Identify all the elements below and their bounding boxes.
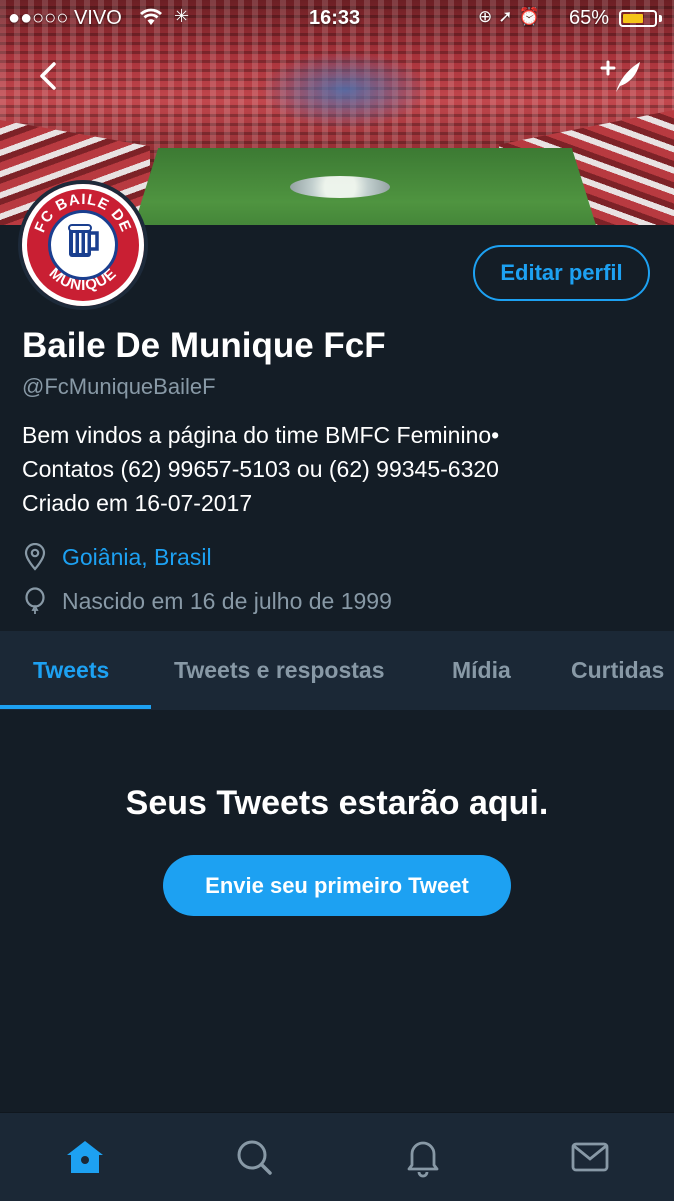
battery-tip bbox=[659, 15, 662, 22]
battery-icon bbox=[619, 10, 657, 27]
profile-avatar[interactable]: FC BAILE DE MUNIQUE bbox=[18, 180, 148, 310]
nav-notifications[interactable] bbox=[401, 1135, 445, 1179]
nav-search[interactable] bbox=[232, 1135, 276, 1179]
chevron-left-icon bbox=[40, 62, 56, 90]
profile-tabs: Tweets Tweets e respostas Mídia Curtidas bbox=[0, 631, 674, 710]
carrier-label: ●●○○○ VIVO bbox=[8, 7, 122, 29]
location-row: Goiânia, Brasil bbox=[22, 542, 662, 572]
alarm-icon: ⏰ bbox=[518, 7, 546, 26]
messages-icon bbox=[571, 1142, 609, 1172]
avatar-core bbox=[48, 210, 118, 280]
bottom-navigation bbox=[0, 1112, 674, 1201]
nav-messages[interactable] bbox=[568, 1135, 612, 1179]
empty-state-title: Seus Tweets estarão aqui. bbox=[125, 784, 549, 822]
orientation-lock-icon: ⊕ bbox=[478, 7, 499, 26]
compose-tweet-icon bbox=[600, 60, 640, 92]
location-arrow-icon: ➚ bbox=[498, 7, 519, 26]
notifications-icon bbox=[407, 1141, 439, 1178]
status-bar: ●●○○○ VIVO ✳ 16:33 ⊕➚⏰ 65% bbox=[0, 0, 674, 38]
send-first-tweet-button[interactable]: Envie seu primeiro Tweet bbox=[163, 855, 511, 916]
tab-tweets[interactable]: Tweets bbox=[33, 631, 109, 710]
home-icon bbox=[67, 1141, 103, 1173]
activity-spinner-icon: ✳ bbox=[174, 6, 190, 26]
balloon-icon bbox=[25, 587, 45, 614]
nav-home[interactable] bbox=[63, 1135, 107, 1179]
location-link[interactable]: Goiânia, Brasil bbox=[62, 542, 212, 572]
bio-line: Criado em 16-07-2017 bbox=[22, 490, 253, 516]
status-time: 16:33 bbox=[309, 7, 361, 29]
tab-likes[interactable]: Curtidas bbox=[571, 631, 664, 710]
wifi-icon bbox=[140, 8, 162, 31]
compose-tweet-button[interactable] bbox=[600, 54, 646, 98]
avatar-badge: FC BAILE DE MUNIQUE bbox=[22, 184, 144, 306]
banner-pitch-logo bbox=[290, 176, 390, 198]
status-icons: ⊕➚⏰ bbox=[478, 7, 546, 27]
battery-percentage: 65% bbox=[569, 7, 610, 29]
active-tab-indicator bbox=[0, 705, 151, 709]
bio-line: Bem vindos a página do time BMFC Feminin… bbox=[22, 422, 500, 448]
birth-date: Nascido em 16 de julho de 1999 bbox=[62, 588, 392, 614]
user-handle: @FcMuniqueBaileF bbox=[22, 374, 216, 399]
profile-bio: Bem vindos a página do time BMFC Feminin… bbox=[22, 418, 662, 520]
search-icon bbox=[237, 1140, 272, 1175]
back-button[interactable] bbox=[32, 54, 68, 98]
tab-media[interactable]: Mídia bbox=[452, 631, 511, 710]
location-pin-icon bbox=[24, 543, 46, 571]
bio-line: Contatos (62) 99657-5103 ou (62) 99345-6… bbox=[22, 456, 499, 482]
profile-info: Baile De Munique FcF @FcMuniqueBaileF Be… bbox=[22, 324, 662, 616]
birth-row: Nascido em 16 de julho de 1999 bbox=[22, 586, 662, 616]
beer-mug-icon bbox=[68, 224, 99, 257]
tab-tweets-and-replies[interactable]: Tweets e respostas bbox=[174, 631, 385, 710]
edit-profile-button[interactable]: Editar perfil bbox=[473, 245, 650, 301]
display-name: Baile De Munique FcF bbox=[22, 326, 386, 365]
battery-fill bbox=[623, 14, 643, 23]
